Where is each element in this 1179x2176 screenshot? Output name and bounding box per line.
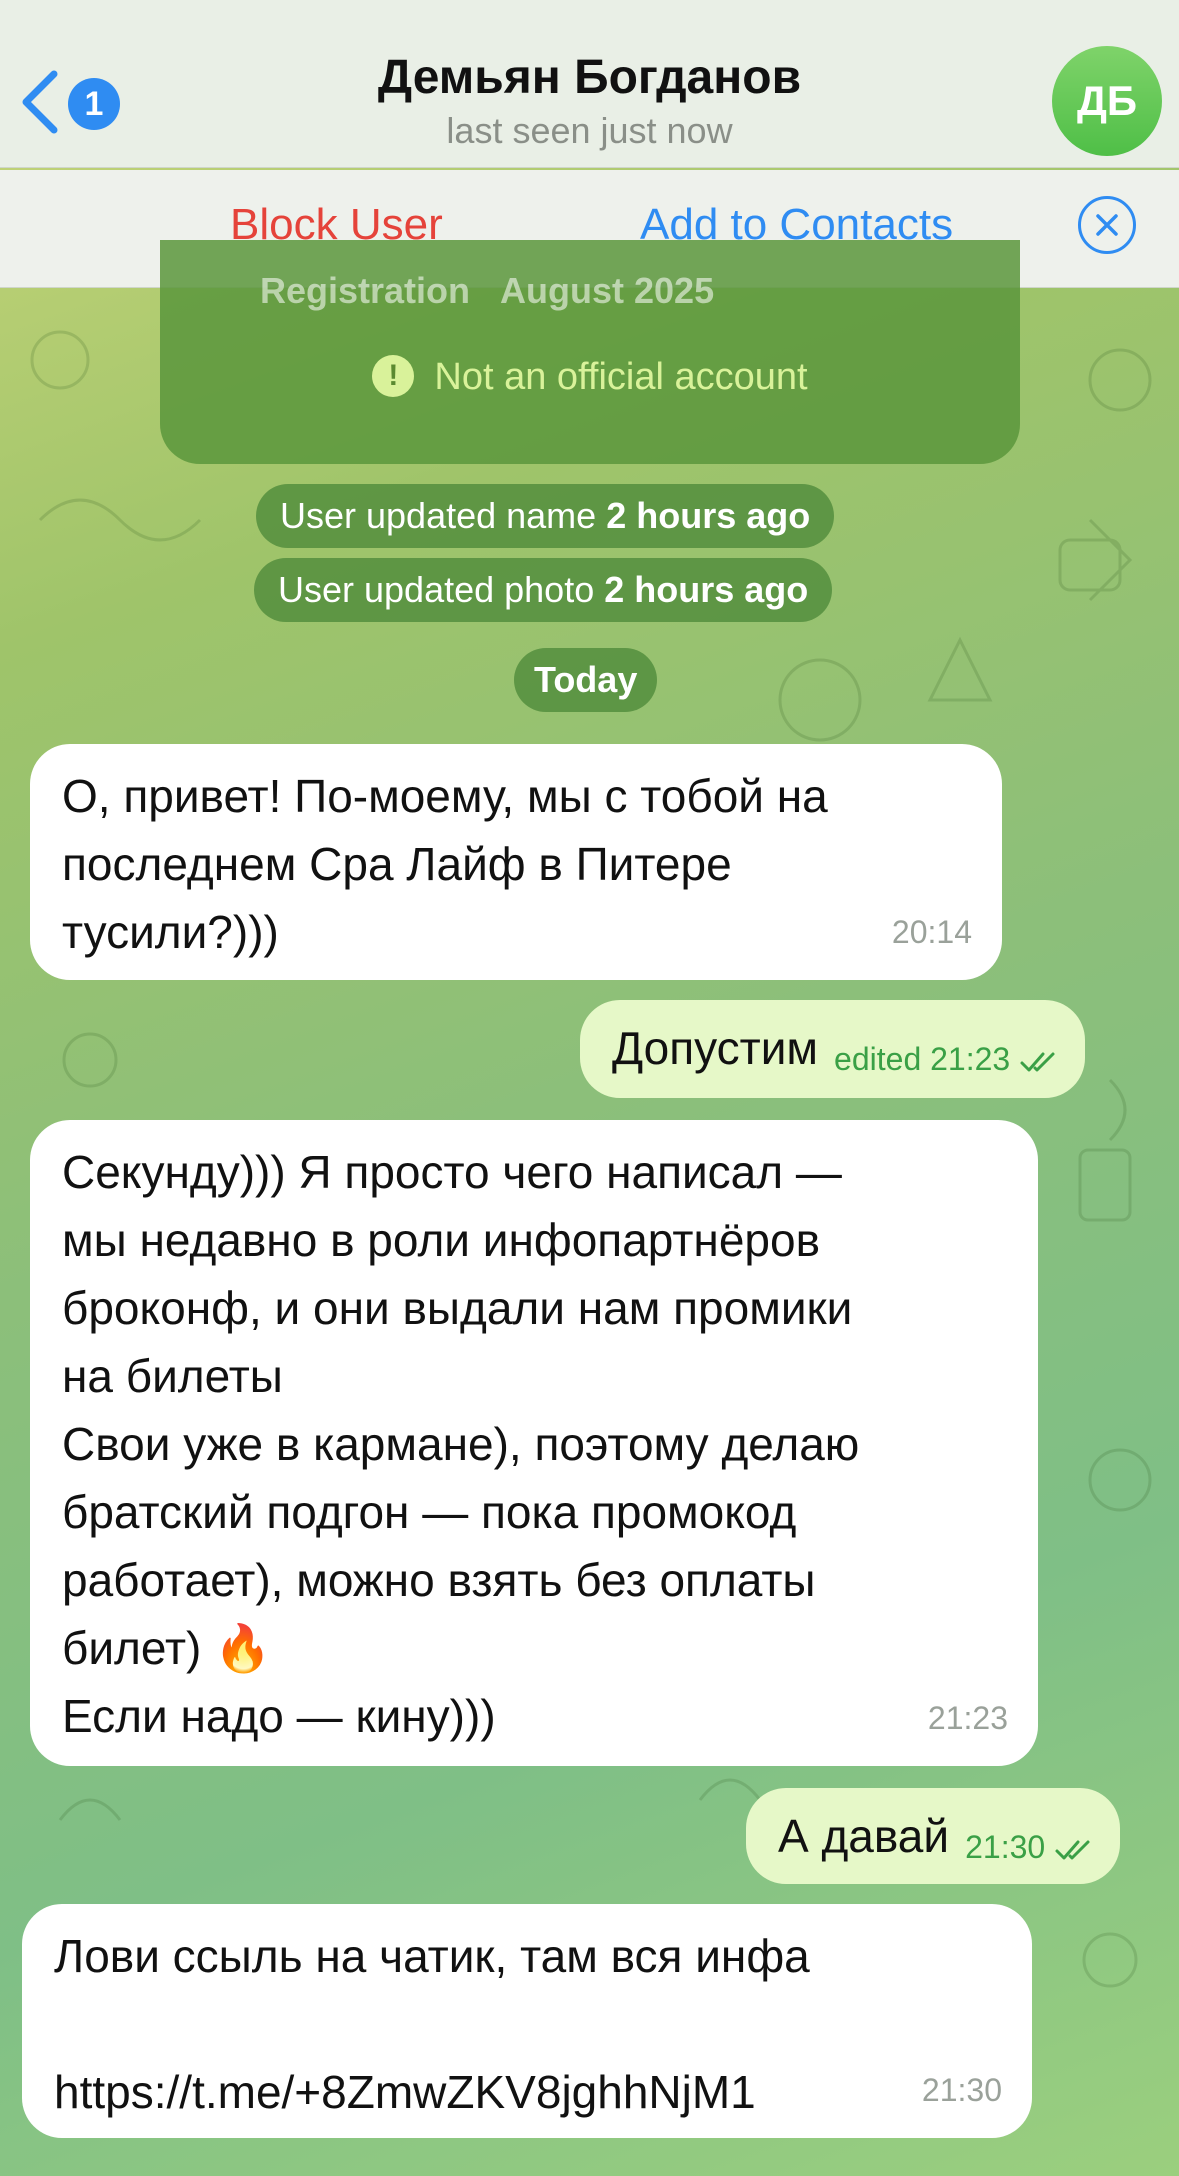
message-time: 20:14 bbox=[891, 914, 972, 950]
outgoing-message[interactable]: Допустим edited 21:23 bbox=[580, 1000, 1086, 1098]
message-time: edited 21:23 bbox=[834, 1041, 1059, 1077]
message-time: 21:23 bbox=[927, 1700, 1008, 1736]
incoming-message[interactable]: О, привет! По-моему, мы с тобой на после… bbox=[30, 744, 1002, 980]
message-time: 21:30 bbox=[921, 2072, 1002, 2108]
date-divider: Today bbox=[514, 648, 658, 712]
double-check-icon bbox=[1020, 1052, 1055, 1072]
warning-icon: ! bbox=[372, 354, 415, 397]
service-message-name-update: User updated name 2 hours ago bbox=[256, 484, 835, 548]
double-check-icon bbox=[1055, 1840, 1090, 1860]
service-text: User updated photo bbox=[278, 569, 595, 610]
incoming-message[interactable]: Лови ссыль на чатик, там вся инфа https:… bbox=[22, 1904, 1032, 2138]
registration-row: Registration August 2025 bbox=[260, 270, 714, 312]
close-icon bbox=[1096, 214, 1118, 236]
message-text: А давай bbox=[778, 1810, 950, 1862]
contact-name[interactable]: Демьян Богданов bbox=[0, 50, 1179, 105]
message-time-text: 21:30 bbox=[965, 1829, 1046, 1865]
official-notice-text: Not an official account bbox=[434, 356, 808, 398]
message-text: Секунду))) Я просто чего написал — мы не… bbox=[62, 1146, 860, 1742]
outgoing-message[interactable]: А давай 21:30 bbox=[746, 1788, 1121, 1884]
message-time: 21:30 bbox=[965, 1829, 1094, 1865]
message-time-text: edited 21:23 bbox=[834, 1041, 1011, 1077]
message-text[interactable]: Лови ссыль на чатик, там вся инфа https:… bbox=[54, 1922, 1002, 2126]
close-action-bar-button[interactable] bbox=[1078, 196, 1136, 254]
contact-info-card: Registration August 2025 ! Not an official… bbox=[160, 240, 1020, 464]
official-notice: ! Not an official account bbox=[160, 354, 1020, 400]
contact-status: last seen just now bbox=[446, 110, 733, 151]
registration-value: August 2025 bbox=[500, 270, 715, 311]
service-time: 2 hours ago bbox=[604, 569, 809, 610]
registration-label: Registration bbox=[260, 270, 471, 311]
service-message-photo-update: User updated photo 2 hours ago bbox=[254, 558, 833, 622]
message-text: О, привет! По-моему, мы с тобой на после… bbox=[62, 770, 828, 958]
incoming-message[interactable]: Секунду))) Я просто чего написал — мы не… bbox=[30, 1120, 1038, 1766]
avatar[interactable]: ДБ bbox=[1052, 46, 1162, 156]
chat-header: 1 Демьян Богданов last seen just now ДБ bbox=[0, 0, 1179, 168]
service-text: User updated name bbox=[280, 495, 597, 536]
service-time: 2 hours ago bbox=[606, 495, 811, 536]
message-text: Допустим bbox=[612, 1022, 819, 1074]
